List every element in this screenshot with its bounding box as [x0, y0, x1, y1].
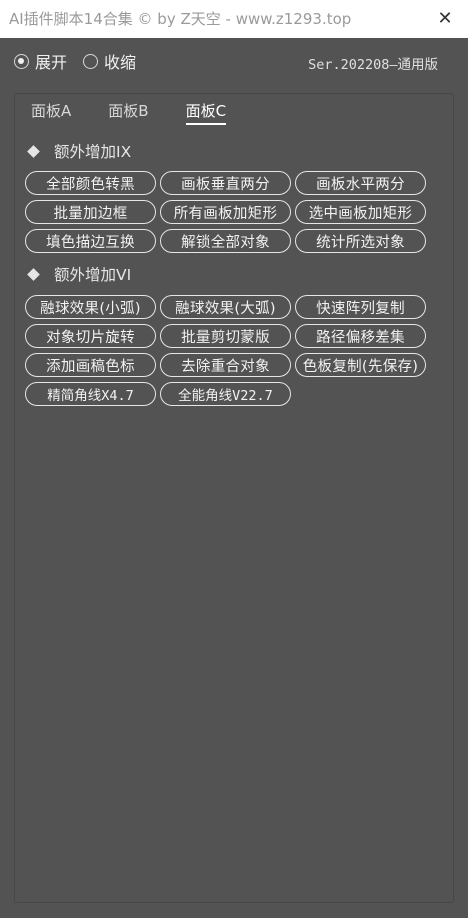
tab-panel-a[interactable]: 面板A — [31, 100, 71, 125]
tab-bar: 面板A 面板B 面板C — [31, 100, 263, 125]
mode-radio-group: 展开 收缩 — [14, 50, 152, 72]
diamond-icon — [27, 144, 40, 158]
unlock-all-objects-button[interactable]: 解锁全部对象 — [160, 229, 291, 253]
simple-crop-marks-button[interactable]: 精简角线X4.7 — [25, 382, 156, 406]
swatch-copy-button[interactable]: 色板复制(先保存) — [295, 353, 426, 377]
collapse-radio-option[interactable]: 收缩 — [83, 49, 136, 73]
count-selected-objects-button[interactable]: 统计所选对象 — [295, 229, 426, 253]
metaball-large-arc-button[interactable]: 融球效果(大弧) — [160, 295, 291, 319]
all-colors-to-black-button[interactable]: 全部颜色转黑 — [25, 171, 156, 195]
expand-label: 展开 — [35, 53, 68, 72]
add-color-marks-button[interactable]: 添加画稿色标 — [25, 353, 156, 377]
version-label: Ser.202208—通用版 — [308, 57, 438, 73]
tab-panel-c[interactable]: 面板C — [185, 100, 227, 125]
section-title: 额外增加IX — [54, 143, 132, 161]
all-in-one-crop-marks-button[interactable]: 全能角线V22.7 — [160, 382, 291, 406]
button-grid-ix: 全部颜色转黑 画板垂直两分 画板水平两分 批量加边框 所有画板加矩形 选中画板加… — [25, 171, 426, 253]
section-title: 额外增加VI — [54, 266, 132, 284]
quick-array-copy-button[interactable]: 快速阵列复制 — [295, 295, 426, 319]
batch-add-border-button[interactable]: 批量加边框 — [25, 200, 156, 224]
close-icon: ✕ — [437, 8, 453, 29]
diamond-icon — [27, 267, 40, 281]
artboard-vertical-split-button[interactable]: 画板垂直两分 — [160, 171, 291, 195]
window-titlebar: AI插件脚本14合集 © by Z天空 - www.z1293.top ✕ — [0, 0, 468, 38]
section-heading-ix: 额外增加IX — [27, 140, 131, 162]
metaball-small-arc-button[interactable]: 融球效果(小弧) — [25, 295, 156, 319]
expand-radio-option[interactable]: 展开 — [14, 49, 67, 73]
section-heading-vi: 额外增加VI — [27, 263, 131, 285]
close-button[interactable]: ✕ — [422, 0, 468, 38]
all-artboards-add-rect-button[interactable]: 所有画板加矩形 — [160, 200, 291, 224]
expand-radio[interactable] — [14, 53, 29, 69]
collapse-radio[interactable] — [83, 53, 99, 69]
artboard-horizontal-split-button[interactable]: 画板水平两分 — [295, 171, 426, 195]
window-title: AI插件脚本14合集 © by Z天空 - www.z1293.top — [9, 10, 352, 28]
panel-container: 面板A 面板B 面板C 额外增加IX 全部颜色转黑 画板垂直两分 画板水平两分 … — [14, 93, 454, 903]
tab-panel-b[interactable]: 面板B — [108, 100, 148, 125]
path-offset-difference-button[interactable]: 路径偏移差集 — [295, 324, 426, 348]
remove-overlapping-objects-button[interactable]: 去除重合对象 — [160, 353, 291, 377]
batch-clipping-mask-button[interactable]: 批量剪切蒙版 — [160, 324, 291, 348]
selected-artboard-add-rect-button[interactable]: 选中画板加矩形 — [295, 200, 426, 224]
collapse-label: 收缩 — [104, 53, 137, 72]
button-grid-vi: 融球效果(小弧) 融球效果(大弧) 快速阵列复制 对象切片旋转 批量剪切蒙版 路… — [25, 295, 426, 406]
swap-fill-stroke-button[interactable]: 填色描边互换 — [25, 229, 156, 253]
object-slice-rotate-button[interactable]: 对象切片旋转 — [25, 324, 156, 348]
